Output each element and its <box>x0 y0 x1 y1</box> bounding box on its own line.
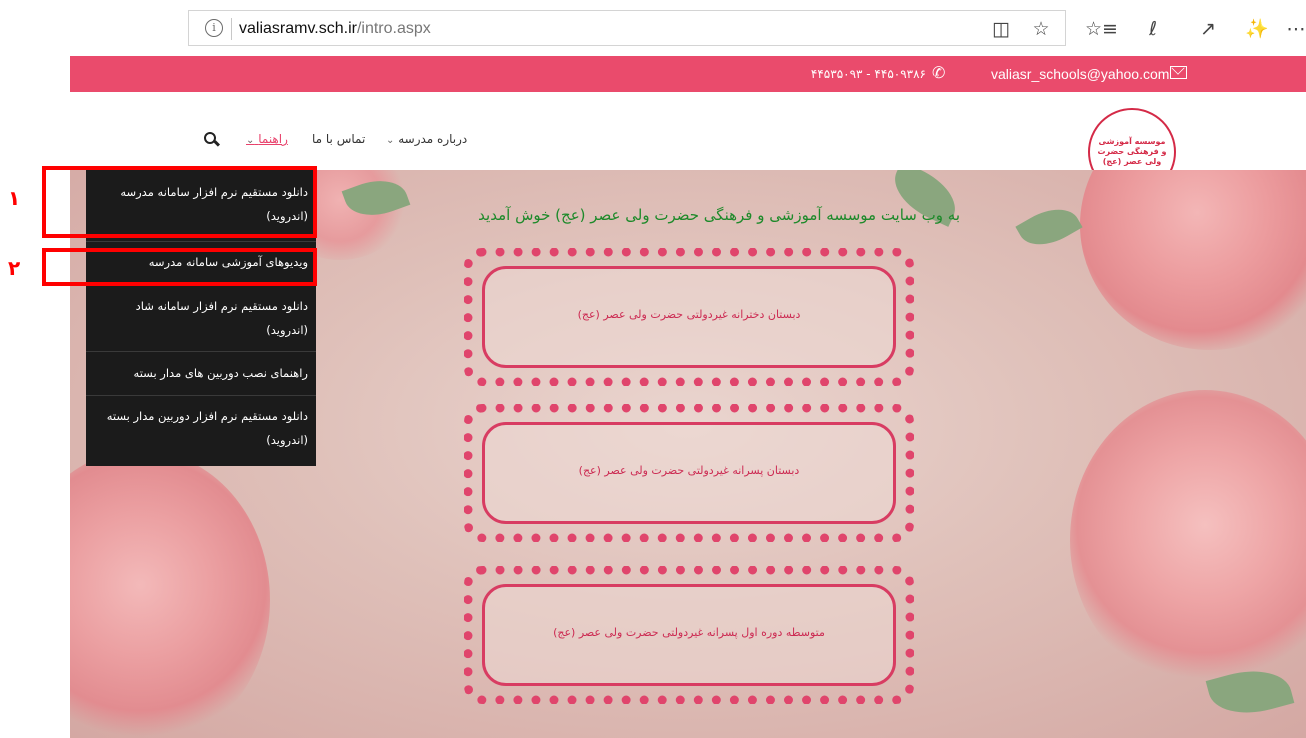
chevron-down-icon: ⌄ <box>386 135 395 146</box>
annotation-box-2 <box>42 248 317 286</box>
address-bar[interactable]: i valiasramv.sch.ir/intro.aspx ◫ ☆ <box>188 10 1066 46</box>
browser-toolbar: i valiasramv.sch.ir/intro.aspx ◫ ☆ ☆≡ ℓ … <box>0 0 1306 56</box>
share-icon[interactable]: ↗ <box>1195 16 1221 42</box>
search-icon[interactable] <box>204 132 216 144</box>
email-address[interactable]: valiasr_schools@yahoo.com <box>991 64 1169 84</box>
nav-item-label: درباره مدرسه <box>398 132 468 146</box>
annotation-box-1 <box>42 166 317 238</box>
phone-icon: ✆ <box>932 63 946 82</box>
school-card[interactable]: متوسطه دوره اول پسرانه غیردولتی حضرت ولی… <box>464 566 914 704</box>
mail-icon <box>1170 66 1187 79</box>
main-nav: راهنما ⌄ تماس با ما درباره مدرسه ⌄ موسسه… <box>70 92 1306 196</box>
url-path: /intro.aspx <box>356 20 431 37</box>
nav-item-about[interactable]: درباره مدرسه ⌄ <box>386 130 467 150</box>
extension-icon[interactable]: ✨ <box>1244 16 1270 42</box>
chevron-down-icon: ⌄ <box>246 135 255 146</box>
school-link[interactable]: دبستان پسرانه غیردولتی حضرت ولی عصر (عج) <box>464 462 914 480</box>
school-link[interactable]: متوسطه دوره اول پسرانه غیردولتی حضرت ولی… <box>464 624 914 642</box>
nav-item-contact[interactable]: تماس با ما <box>312 130 365 148</box>
rose-image <box>1070 390 1306 690</box>
school-card[interactable]: دبستان دخترانه غیردولتی حضرت ولی عصر (عج… <box>464 248 914 386</box>
leaf-image <box>1015 197 1083 257</box>
nav-item-label: راهنما <box>258 132 288 146</box>
phone-numbers: ۴۴۵۳۵۰۹۳ - ۴۴۵۰۹۳۸۶ <box>810 67 926 81</box>
dropdown-item[interactable]: راهنمای نصب دوربین های مدار بسته <box>86 352 316 396</box>
welcome-heading: به وب سایت موسسه آموزشی و فرهنگی حضرت ول… <box>478 206 960 224</box>
nav-item-label: تماس با ما <box>312 132 366 146</box>
school-card[interactable]: دبستان پسرانه غیردولتی حضرت ولی عصر (عج) <box>464 404 914 542</box>
more-icon[interactable]: ⋯ <box>1286 16 1306 42</box>
dropdown-item[interactable]: دانلود مستقیم نرم افزار دوربین مدار بسته… <box>86 396 316 466</box>
rose-image <box>1080 170 1306 350</box>
url-text[interactable]: valiasramv.sch.ir/intro.aspx <box>239 18 431 40</box>
contact-bar: ۴۴۵۳۵۰۹۳ - ۴۴۵۰۹۳۸۶ ✆ valiasr_schools@ya… <box>70 56 1306 92</box>
dropdown-item-label: دانلود مستقیم نرم افزار سامانه شاد (اندر… <box>135 299 308 337</box>
info-icon[interactable]: i <box>205 19 223 37</box>
star-icon[interactable]: ☆ <box>1029 17 1053 41</box>
dropdown-item[interactable]: دانلود مستقیم نرم افزار سامانه شاد (اندر… <box>86 286 316 352</box>
url-host: valiasramv.sch.ir <box>239 20 357 37</box>
favorites-list-icon[interactable]: ☆≡ <box>1085 16 1118 42</box>
pen-icon[interactable]: ℓ <box>1140 16 1166 42</box>
school-link[interactable]: دبستان دخترانه غیردولتی حضرت ولی عصر (عج… <box>464 306 914 324</box>
rose-image <box>70 450 270 738</box>
dropdown-item-label: راهنمای نصب دوربین های مدار بسته <box>133 366 308 380</box>
nav-item-guide[interactable]: راهنما ⌄ <box>246 130 288 150</box>
reading-view-icon[interactable]: ◫ <box>989 17 1013 41</box>
address-separator <box>231 18 232 40</box>
logo-text: موسسه آموزشی و فرهنگی حضرت ولی عصر (عج) <box>1097 137 1167 166</box>
dropdown-item-label: دانلود مستقیم نرم افزار دوربین مدار بسته… <box>106 409 308 447</box>
annotation-number-2: ۲ <box>8 256 21 280</box>
annotation-number-1: ۱ <box>8 186 21 210</box>
page: i valiasramv.sch.ir/intro.aspx ◫ ☆ ☆≡ ℓ … <box>0 0 1306 738</box>
